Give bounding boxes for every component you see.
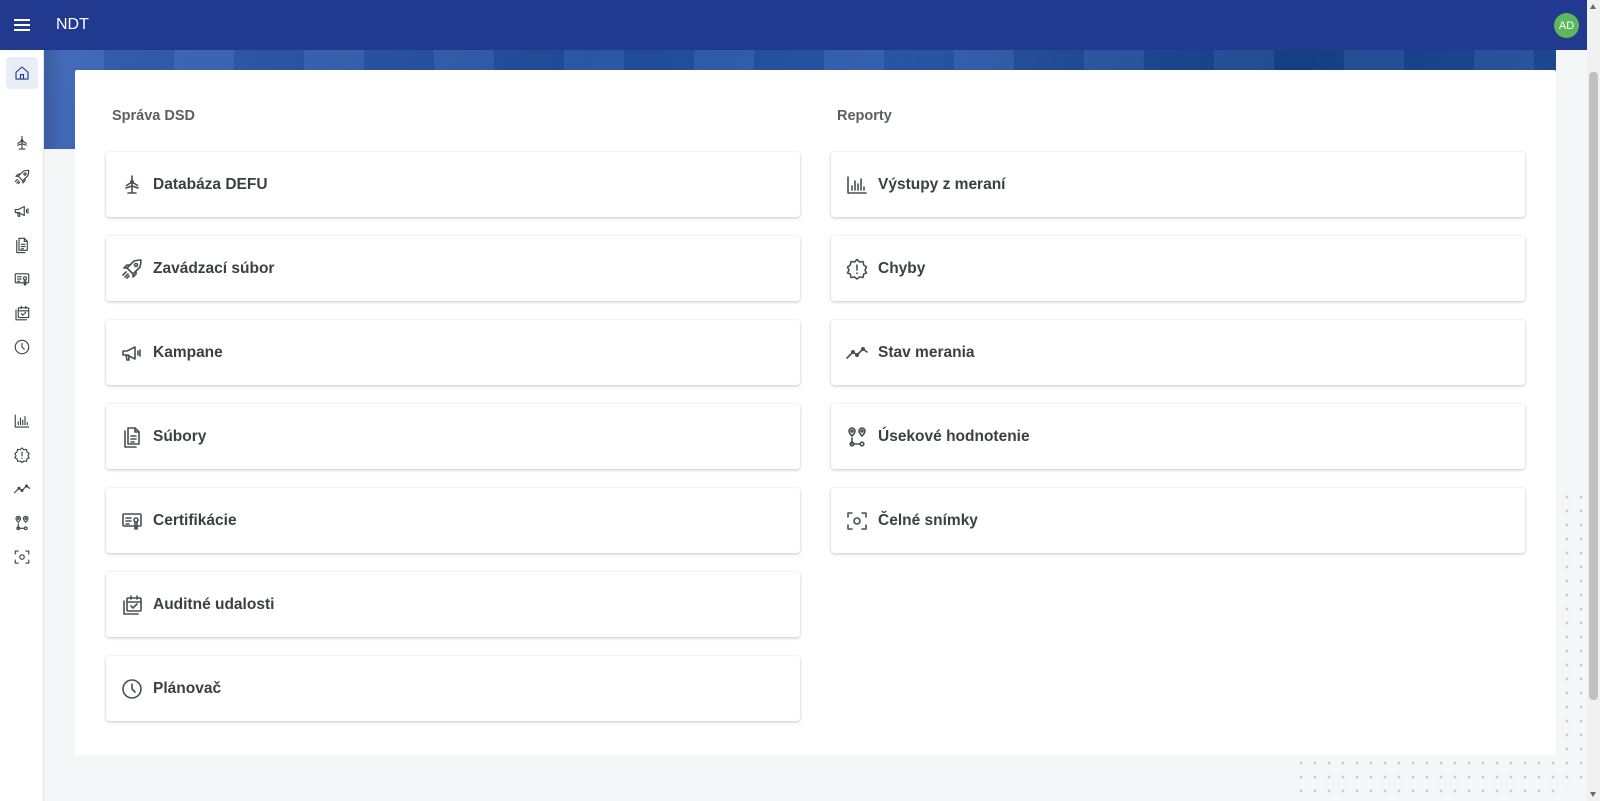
route-pins-icon [13,514,31,532]
sidebar-item-vystupy-z-merani[interactable] [6,405,38,437]
tile-label: Stav merania [878,343,975,361]
rocket-icon [120,257,144,281]
section-title-reporty: Reporty [837,108,892,124]
clock-icon [120,677,144,701]
home-icon [13,64,31,82]
tile-label: Čelné snímky [878,511,978,529]
certificate-icon [13,270,31,288]
top-app-bar: NDT AD [0,0,1587,50]
clock-icon [13,338,31,356]
hamburger-menu-button[interactable] [0,0,44,50]
sidebar-item-stav-merania[interactable] [6,473,38,505]
tile-chyby[interactable]: Chyby [831,236,1525,301]
dashboard-card: Správa DSD Reporty Databáza DEFU Zavádza… [75,70,1556,755]
tile-label: Auditné udalosti [153,595,275,613]
snapshot-icon [845,509,869,533]
megaphone-icon [13,202,31,220]
sidebar-item-zavadzaci-subor[interactable] [6,161,38,193]
calendar-check-icon [13,304,31,322]
trend-line-icon [13,480,31,498]
megaphone-icon [120,341,144,365]
wind-turbine-icon [120,173,144,197]
sidebar-nav [0,50,44,801]
scrollbar-thumb[interactable] [1589,72,1598,700]
tile-label: Plánovač [153,679,222,697]
tile-subory[interactable]: Súbory [106,404,800,469]
sidebar-item-planovac[interactable] [6,331,38,363]
tile-label: Chyby [878,259,926,277]
tile-label: Certifikácie [153,511,237,529]
sidebar-item-home[interactable] [6,57,38,89]
tile-planovac[interactable]: Plánovač [106,656,800,721]
calendar-check-icon [120,593,144,617]
trend-line-icon [845,341,869,365]
tile-label: Súbory [153,427,207,445]
tile-celne-snimky[interactable]: Čelné snímky [831,488,1525,553]
sidebar-item-chyby[interactable] [6,439,38,471]
route-pins-icon [845,425,869,449]
error-badge-icon [845,257,869,281]
tile-kampane[interactable]: Kampane [106,320,800,385]
rocket-icon [13,168,31,186]
tile-label: Databáza DEFU [153,175,268,193]
tile-stav-merania[interactable]: Stav merania [831,320,1525,385]
snapshot-icon [13,548,31,566]
tile-zavadzaci-subor[interactable]: Zavádzací súbor [106,236,800,301]
tile-label: Zavádzací súbor [153,259,275,277]
decorative-dot-pattern [1560,490,1586,790]
sidebar-item-databaza-defu[interactable] [6,127,38,159]
sidebar-item-celne-snimky[interactable] [6,541,38,573]
bar-chart-icon [13,412,31,430]
section-title-sprava-dsd: Správa DSD [112,108,196,124]
decorative-dot-pattern [1294,756,1560,796]
tile-label: Úsekové hodnotenie [878,427,1030,445]
files-icon [120,425,144,449]
scroll-up-arrow-icon[interactable] [1590,4,1596,9]
sidebar-item-usekove-hodnotenie[interactable] [6,507,38,539]
tile-usekove-hodnotenie[interactable]: Úsekové hodnotenie [831,404,1525,469]
sidebar-item-subory[interactable] [6,229,38,261]
tile-label: Výstupy z meraní [878,175,1006,193]
menu-icon [14,19,30,31]
tile-certifikacie[interactable]: Certifikácie [106,488,800,553]
tile-vystupy-z-merani[interactable]: Výstupy z meraní [831,152,1525,217]
page-scrollbar[interactable] [1587,0,1600,801]
error-badge-icon [13,446,31,464]
tile-auditne-udalosti[interactable]: Auditné udalosti [106,572,800,637]
certificate-icon [120,509,144,533]
tile-label: Kampane [153,343,223,361]
wind-turbine-icon [13,134,31,152]
tile-databaza-defu[interactable]: Databáza DEFU [106,152,800,217]
app-title: NDT [56,16,89,33]
sidebar-item-auditne-udalosti[interactable] [6,297,38,329]
files-icon [13,236,31,254]
sidebar-item-certifikacie[interactable] [6,263,38,295]
scroll-down-arrow-icon[interactable] [1590,792,1596,797]
user-avatar[interactable]: AD [1554,13,1579,38]
bar-chart-icon [845,173,869,197]
sidebar-item-kampane[interactable] [6,195,38,227]
